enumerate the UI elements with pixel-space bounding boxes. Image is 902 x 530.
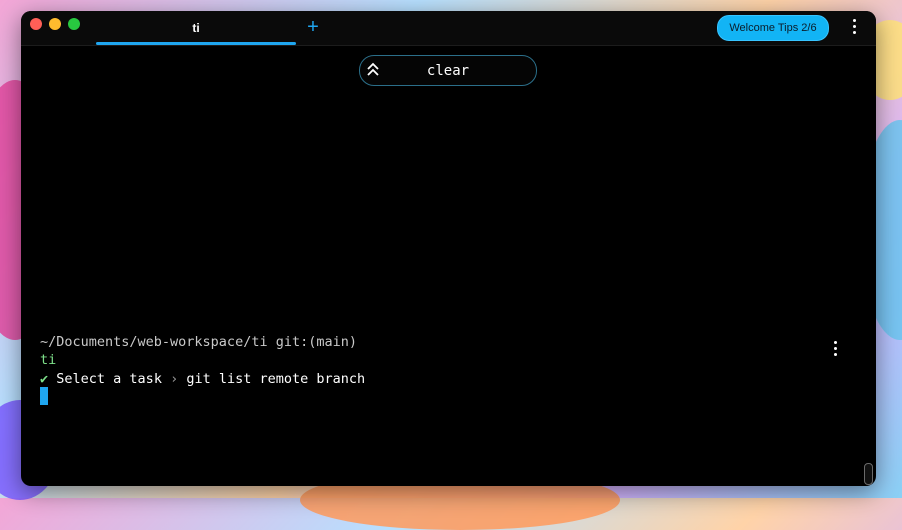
history-command: clear <box>426 62 470 79</box>
executed-command: ti <box>40 352 57 368</box>
check-icon: ✔ <box>40 371 49 387</box>
welcome-tips-label: Welcome Tips 2/6 <box>729 22 817 34</box>
command-history-pill[interactable]: clear <box>359 55 537 86</box>
prompt-path: ~/Documents/web-workspace/ti git:(main) <box>40 334 357 350</box>
close-window-button[interactable] <box>30 18 42 30</box>
terminal-window: ti + Welcome Tips 2/6 clear ~/Documents/… <box>21 11 876 486</box>
task-label: Select a task <box>56 371 162 387</box>
task-value: git list remote branch <box>186 371 366 387</box>
active-tab-indicator <box>96 42 296 45</box>
scrollbar[interactable] <box>864 463 873 485</box>
welcome-tips-button[interactable]: Welcome Tips 2/6 <box>717 15 829 41</box>
title-bar: ti + Welcome Tips 2/6 <box>21 11 876 46</box>
tab-label: ti <box>192 21 200 35</box>
minimize-window-button[interactable] <box>49 18 61 30</box>
plus-icon: + <box>307 16 319 38</box>
window-menu-kebab-icon[interactable] <box>849 19 859 34</box>
zoom-window-button[interactable] <box>68 18 80 30</box>
task-selection-line: ✔ Select a task › git list remote branch <box>40 370 365 388</box>
arrow-icon: › <box>170 371 179 387</box>
block-menu-kebab-icon[interactable] <box>830 341 840 356</box>
terminal-cursor[interactable] <box>40 387 48 405</box>
new-tab-button[interactable]: + <box>305 16 321 38</box>
tab-ti[interactable]: ti <box>96 11 296 45</box>
